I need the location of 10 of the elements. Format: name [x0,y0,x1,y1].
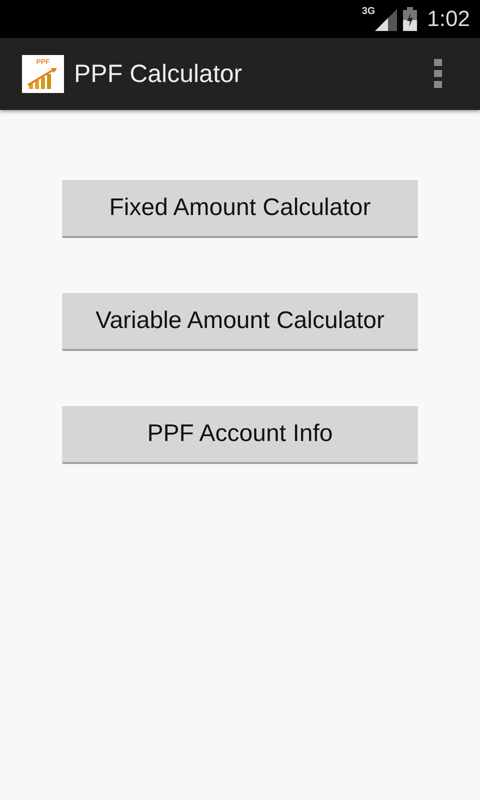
app-title: PPF Calculator [74,60,244,88]
chart-icon [27,67,59,89]
network-type: 3G [362,6,376,17]
battery-icon [403,7,418,31]
clock: 1:02 [427,6,470,32]
signal-icon [375,9,398,31]
overflow-menu-icon[interactable] [434,59,444,89]
menu-button[interactable]: Fixed Amount Calculator [62,180,418,238]
menu-button[interactable]: Variable Amount Calculator [62,293,418,351]
menu-button[interactable]: PPF Account Info [62,406,418,464]
